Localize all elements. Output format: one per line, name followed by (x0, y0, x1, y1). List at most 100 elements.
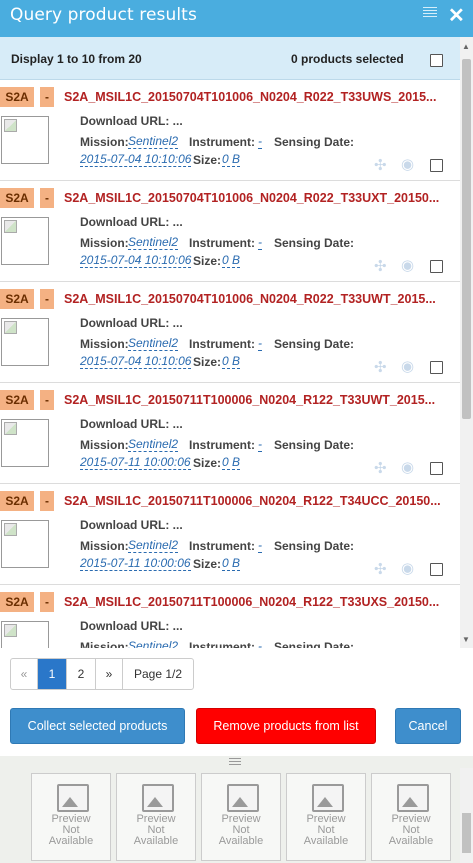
hamburger-menu-icon[interactable] (423, 7, 437, 19)
product-list-scrollbar[interactable]: ▲ ▼ (460, 37, 473, 648)
instrument-value[interactable]: - (258, 538, 262, 553)
satellite-badge: S2A (0, 87, 34, 107)
crosshair-icon[interactable]: ✣ (374, 257, 387, 275)
instrument-value[interactable]: - (258, 336, 262, 351)
product-name[interactable]: S2A_MSIL1C_20150704T101006_N0204_R022_T3… (64, 292, 436, 306)
product-thumbnail[interactable] (1, 621, 49, 648)
size-label: Size: (193, 355, 222, 369)
sensing-date-value[interactable]: 2015-07-04 10:10:06 (80, 253, 192, 268)
sensing-date-value[interactable]: 2015-07-04 10:10:06 (80, 152, 192, 167)
instrument-value[interactable]: - (258, 235, 262, 250)
product-thumbnail[interactable] (1, 419, 49, 467)
product-name[interactable]: S2A_MSIL1C_20150711T100006_N0204_R122_T3… (64, 393, 435, 407)
sensing-date-label: Sensing Date: (274, 640, 355, 648)
product-thumbnail[interactable] (1, 217, 49, 265)
product-checkbox[interactable] (430, 563, 443, 576)
scrollbar-thumb[interactable] (462, 59, 471, 419)
eye-icon[interactable]: ◉ (401, 256, 414, 274)
mission-value[interactable]: Sentinel2 (128, 134, 179, 149)
instrument-label: Instrument: (189, 337, 255, 351)
selected-count-text: 0 products selected (291, 52, 404, 66)
preview-tile[interactable]: Preview Not Available (286, 773, 366, 861)
product-checkbox[interactable] (430, 361, 443, 374)
scrollbar-thumb[interactable] (462, 813, 471, 853)
sensing-date-label: Sensing Date: (274, 337, 355, 351)
sensing-date-value[interactable]: 2015-07-11 10:00:06 (80, 556, 191, 571)
dash-badge: - (40, 188, 54, 208)
product-checkbox[interactable] (430, 260, 443, 273)
size-label: Size: (193, 254, 222, 268)
remove-products-button[interactable]: Remove products from list (196, 708, 376, 744)
product-item[interactable]: S2A - S2A_MSIL1C_20150711T100006_N0204_R… (0, 383, 460, 484)
eye-icon[interactable]: ◉ (401, 155, 414, 173)
eye-icon[interactable]: ◉ (401, 559, 414, 577)
mission-value[interactable]: Sentinel2 (128, 336, 179, 351)
eye-icon[interactable]: ◉ (401, 458, 414, 476)
size-value[interactable]: 0 B (222, 152, 241, 167)
next-page-button[interactable]: » (96, 659, 123, 689)
size-value[interactable]: 0 B (222, 253, 241, 268)
size-value[interactable]: 0 B (222, 455, 241, 470)
cancel-button[interactable]: Cancel (395, 708, 461, 744)
preview-tile[interactable]: Preview Not Available (201, 773, 281, 861)
mission-value[interactable]: Sentinel2 (128, 437, 179, 452)
preview-tile[interactable]: Preview Not Available (31, 773, 111, 861)
instrument-value[interactable]: - (258, 437, 262, 452)
product-name[interactable]: S2A_MSIL1C_20150704T101006_N0204_R022_T3… (64, 191, 439, 205)
instrument-value[interactable]: - (258, 639, 262, 648)
product-item[interactable]: S2A - S2A_MSIL1C_20150704T101006_N0204_R… (0, 181, 460, 282)
size-value[interactable]: 0 B (222, 354, 241, 369)
pagination: « 1 2 » Page 1/2 (10, 658, 194, 690)
crosshair-icon[interactable]: ✣ (374, 156, 387, 174)
dash-badge: - (40, 87, 54, 107)
product-name[interactable]: S2A_MSIL1C_20150711T100006_N0204_R122_T3… (64, 494, 441, 508)
instrument-value[interactable]: - (258, 134, 262, 149)
prev-page-button[interactable]: « (11, 659, 38, 689)
product-name[interactable]: S2A_MSIL1C_20150704T101006_N0204_R022_T3… (64, 90, 436, 104)
dash-badge: - (40, 592, 54, 612)
download-url-label: Download URL: ... (80, 114, 183, 128)
page-info: Page 1/2 (133, 667, 183, 681)
crosshair-icon[interactable]: ✣ (374, 560, 387, 578)
page-2-button[interactable]: 2 (67, 659, 96, 689)
satellite-badge: S2A (0, 592, 34, 612)
preview-text: Preview Not Available (388, 813, 434, 847)
crosshair-icon[interactable]: ✣ (374, 358, 387, 376)
satellite-badge: S2A (0, 390, 34, 410)
drag-handle-icon[interactable] (229, 758, 241, 767)
page-1-button[interactable]: 1 (38, 659, 67, 689)
product-name[interactable]: S2A_MSIL1C_20150711T100006_N0204_R122_T3… (64, 595, 439, 609)
crosshair-icon[interactable]: ✣ (374, 459, 387, 477)
preview-strip-scrollbar[interactable] (460, 768, 473, 863)
product-thumbnail[interactable] (1, 116, 49, 164)
collect-selected-button[interactable]: Collect selected products (10, 708, 185, 744)
broken-image-icon (4, 321, 17, 334)
sensing-date-value[interactable]: 2015-07-11 10:00:06 (80, 455, 191, 470)
scroll-up-arrow-icon[interactable]: ▲ (462, 42, 470, 51)
select-all-checkbox[interactable] (430, 54, 443, 67)
sensing-date-value[interactable]: 2015-07-04 10:10:06 (80, 354, 192, 369)
dash-badge: - (40, 289, 54, 309)
preview-tile[interactable]: Preview Not Available (116, 773, 196, 861)
preview-tile[interactable]: Preview Not Available (371, 773, 451, 861)
product-checkbox[interactable] (430, 462, 443, 475)
mission-value[interactable]: Sentinel2 (128, 538, 179, 553)
mission-value[interactable]: Sentinel2 (128, 235, 179, 250)
product-item[interactable]: S2A - S2A_MSIL1C_20150704T101006_N0204_R… (0, 282, 460, 383)
size-label: Size: (193, 153, 222, 167)
download-url-label: Download URL: ... (80, 518, 183, 532)
size-value[interactable]: 0 B (222, 556, 241, 571)
product-item[interactable]: S2A - S2A_MSIL1C_20150711T100006_N0204_R… (0, 484, 460, 585)
eye-icon[interactable]: ◉ (401, 357, 414, 375)
product-item[interactable]: S2A - S2A_MSIL1C_20150704T101006_N0204_R… (0, 80, 460, 181)
product-thumbnail[interactable] (1, 318, 49, 366)
product-item[interactable]: S2A - S2A_MSIL1C_20150711T100006_N0204_R… (0, 585, 460, 648)
close-icon[interactable]: ✕ (448, 5, 465, 27)
panel-header: Query product results ✕ (0, 0, 473, 37)
mission-value[interactable]: Sentinel2 (128, 639, 178, 648)
image-placeholder-icon (57, 784, 89, 812)
scroll-down-arrow-icon[interactable]: ▼ (462, 635, 470, 644)
product-thumbnail[interactable] (1, 520, 49, 568)
instrument-label: Instrument: (189, 539, 255, 553)
product-checkbox[interactable] (430, 159, 443, 172)
